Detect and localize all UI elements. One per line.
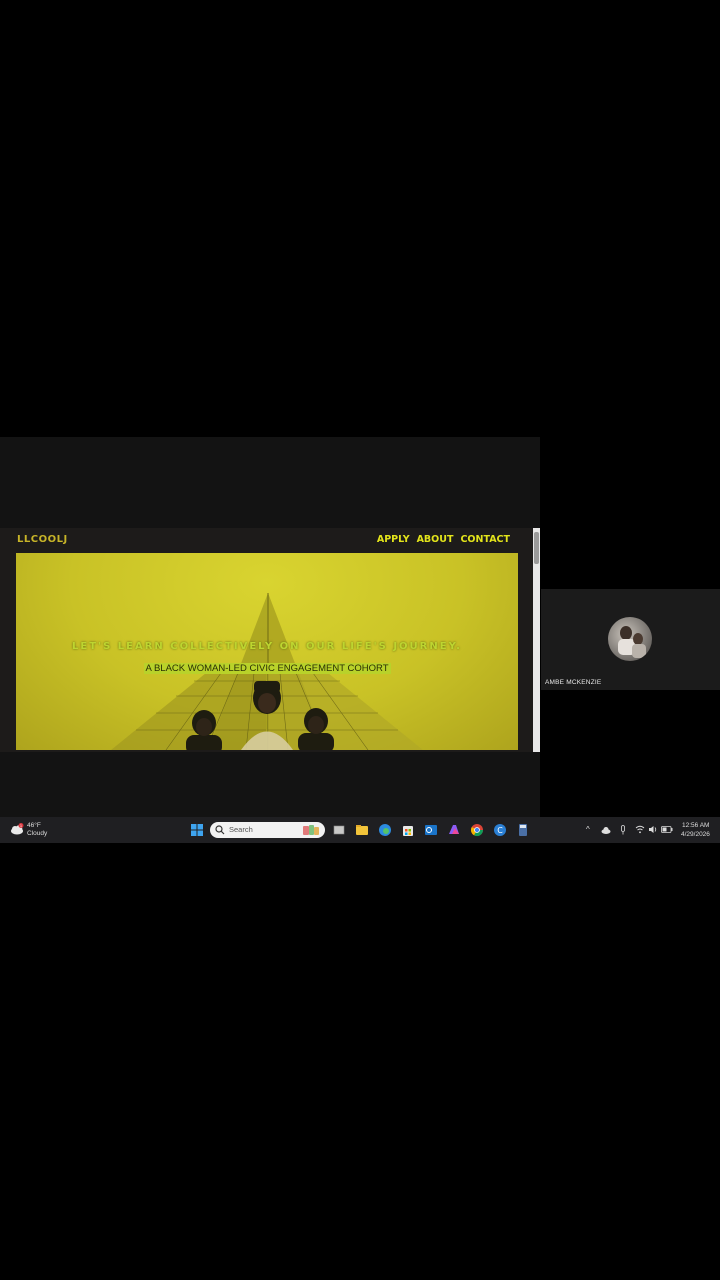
- battery-icon[interactable]: [661, 826, 673, 833]
- hero-subtitle-text: A BLACK WOMAN-LED CIVIC ENGAGEMENT COHOR…: [143, 663, 391, 674]
- weather-badge: 1: [20, 824, 22, 828]
- svg-text:C: C: [497, 826, 503, 835]
- site-navbar: LLCOOLJ APPLY ABOUT CONTACT: [0, 528, 532, 552]
- search-placeholder: Search: [229, 825, 253, 834]
- volume-icon[interactable]: [648, 825, 658, 834]
- cloud-icon[interactable]: [601, 826, 611, 834]
- nav-about-link[interactable]: ABOUT: [417, 534, 454, 545]
- page-scrollbar[interactable]: [533, 528, 540, 752]
- weather-cloud-icon[interactable]: 1: [10, 823, 24, 835]
- chrome-icon[interactable]: [470, 823, 484, 837]
- clock-date[interactable]: 4/29/2026: [681, 831, 710, 838]
- browser-icon[interactable]: C: [493, 823, 507, 837]
- hero-title: LET'S LEARN COLLECTIVELY ON OUR LIFE'S J…: [72, 641, 462, 652]
- copilot-icon[interactable]: [447, 823, 461, 837]
- hero-subtitle: A BLACK WOMAN-LED CIVIC ENGAGEMENT COHOR…: [16, 663, 518, 674]
- edge-icon[interactable]: [378, 823, 392, 837]
- hero-banner: LET'S LEARN COLLECTIVELY ON OUR LIFE'S J…: [16, 553, 518, 750]
- search-highlight-icon: [303, 825, 319, 835]
- chevron-up-icon[interactable]: ^: [586, 825, 590, 835]
- taskbar-search-box[interactable]: Search: [210, 822, 325, 838]
- weather-description[interactable]: Cloudy: [27, 830, 47, 837]
- clock-time[interactable]: 12:56 AM: [682, 822, 709, 829]
- avatar-photo-icon: [618, 626, 646, 658]
- outlook-icon[interactable]: [424, 823, 438, 837]
- participant-name: AMBE MCKENZIE: [545, 679, 602, 686]
- task-view-icon[interactable]: [332, 823, 346, 837]
- search-icon: [215, 825, 225, 835]
- weather-temperature[interactable]: 46°F: [27, 822, 41, 829]
- shared-browser-window: LLCOOLJ APPLY ABOUT CONTACT LET'S LEARN …: [0, 528, 540, 752]
- windows-start-icon[interactable]: [190, 823, 204, 837]
- microphone-icon[interactable]: [620, 825, 626, 835]
- participant-tile[interactable]: AMBE MCKENZIE: [541, 589, 720, 690]
- windows-taskbar: 1 46°F Cloudy Search C ^ 12:56 AM 4/29/2…: [0, 817, 720, 843]
- nav-apply-link[interactable]: APPLY: [377, 534, 410, 545]
- wifi-icon[interactable]: [635, 825, 645, 834]
- participant-avatar: [608, 617, 652, 661]
- file-explorer-icon[interactable]: [355, 823, 369, 837]
- calculator-icon[interactable]: [516, 823, 530, 837]
- nav-contact-link[interactable]: CONTACT: [460, 534, 510, 545]
- nav-links: APPLY ABOUT CONTACT: [377, 534, 510, 545]
- store-icon[interactable]: [401, 823, 415, 837]
- site-logo[interactable]: LLCOOLJ: [17, 534, 68, 545]
- scrollbar-thumb[interactable]: [534, 532, 539, 564]
